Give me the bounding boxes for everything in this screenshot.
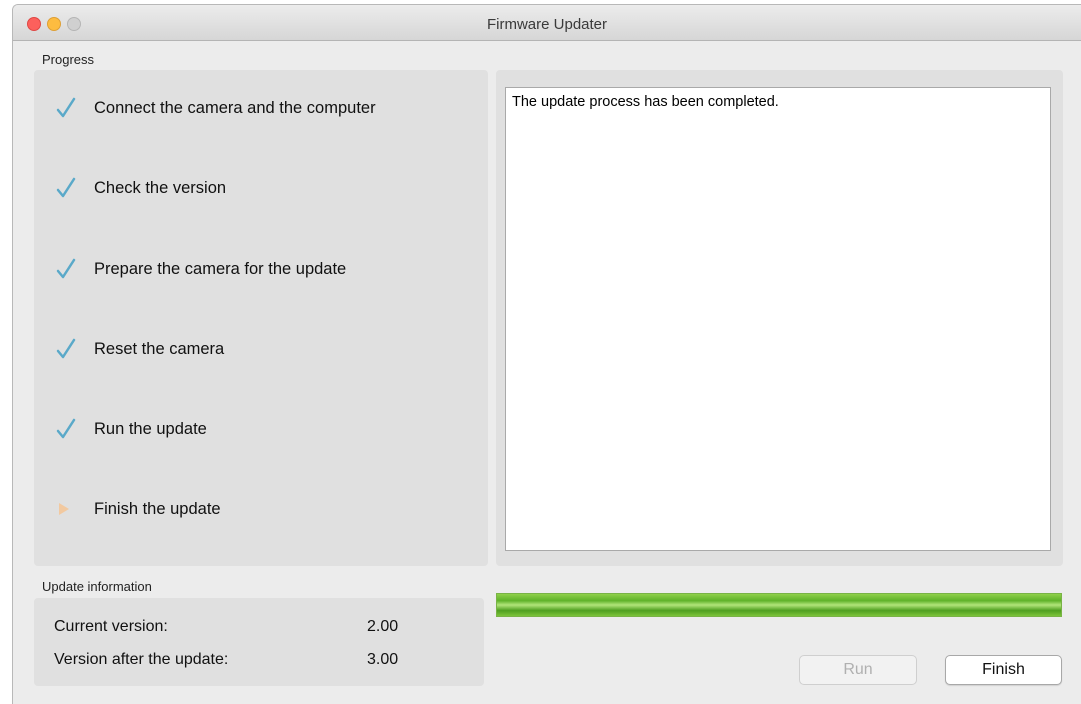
step-reset-camera: Reset the camera	[56, 334, 224, 364]
checkmark-icon	[56, 334, 86, 364]
update-info-panel: Current version: 2.00 Version after the …	[34, 598, 484, 686]
step-label: Check the version	[94, 178, 227, 197]
current-version-label: Current version:	[54, 618, 168, 635]
update-progress-bar	[496, 593, 1062, 617]
step-connect: Connect the camera and the computer	[56, 93, 376, 123]
step-check-version: Check the version	[56, 173, 226, 203]
play-arrow-icon	[56, 494, 86, 524]
after-version-label: Version after the update:	[54, 651, 229, 668]
finish-button[interactable]: Finish	[945, 655, 1062, 685]
run-button[interactable]: Run	[799, 655, 917, 685]
title-bar: Firmware Updater	[13, 5, 1081, 41]
step-label: Finish the update	[94, 499, 221, 518]
checkmark-icon	[56, 414, 86, 444]
checkmark-icon	[56, 93, 86, 123]
firmware-updater-window: Firmware Updater Progress Connect the ca…	[12, 4, 1081, 704]
step-run-update: Run the update	[56, 414, 207, 444]
step-label: Connect the camera and the computer	[94, 98, 376, 117]
step-prepare-camera: Prepare the camera for the update	[56, 254, 346, 284]
progress-steps-panel: Connect the camera and the computer Chec…	[34, 70, 488, 566]
checkmark-icon	[56, 254, 86, 284]
step-finish-update: Finish the update	[56, 494, 221, 524]
step-label: Prepare the camera for the update	[94, 259, 347, 278]
step-label: Reset the camera	[94, 339, 225, 358]
after-version-value: 3.00	[367, 651, 399, 668]
update-info-section-label: Update information	[42, 579, 152, 594]
window-title: Firmware Updater	[486, 16, 608, 33]
step-label: Run the update	[94, 419, 207, 438]
current-version-value: 2.00	[367, 618, 399, 635]
progress-section-label: Progress	[42, 52, 95, 67]
checkmark-icon	[56, 173, 86, 203]
log-text-area[interactable]: The update process has been completed.	[505, 87, 1051, 551]
